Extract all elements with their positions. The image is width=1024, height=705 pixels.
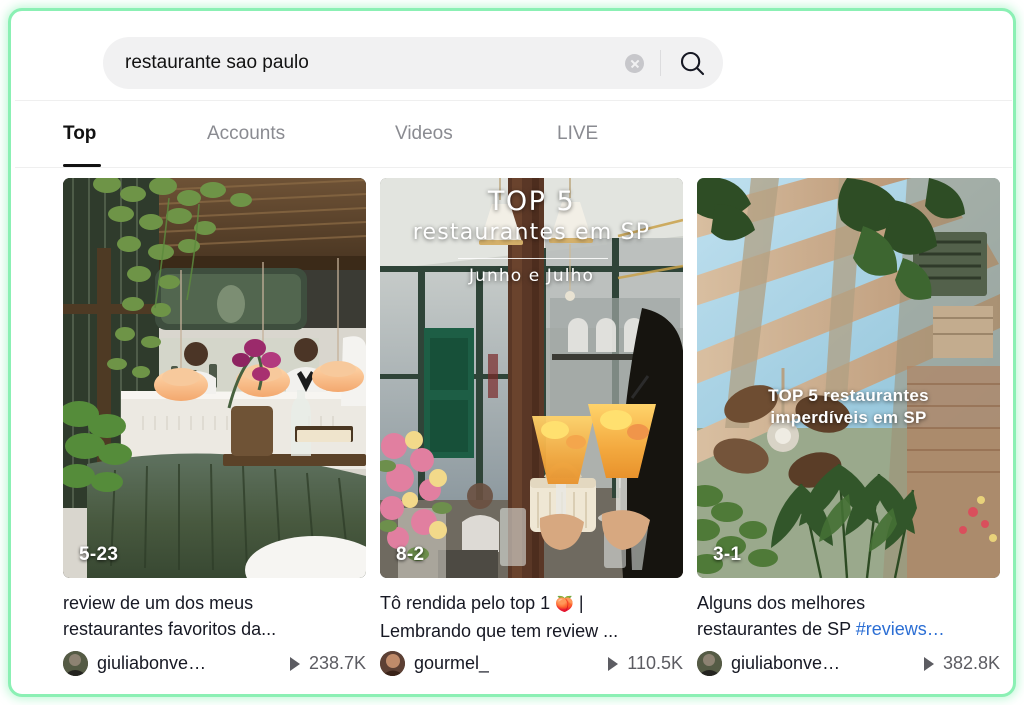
view-count: 382.8K <box>923 653 1000 674</box>
search-icon <box>678 49 707 78</box>
author-name[interactable]: giuliabonve… <box>731 653 840 674</box>
screenshot-frame: Top Accounts Videos LIVE <box>8 8 1016 697</box>
author-avatar[interactable] <box>380 651 405 676</box>
author-name[interactable]: giuliabonve… <box>97 653 206 674</box>
tab-accounts[interactable]: Accounts <box>207 101 395 167</box>
thumbnail-artwork <box>63 178 366 578</box>
thumbnail-overlay-line-1: TOP 5 restaurantes <box>768 386 929 405</box>
play-icon <box>289 656 300 671</box>
search-box[interactable] <box>103 37 723 89</box>
thumbnail-artwork <box>697 178 1000 578</box>
thumbnail-overlay-rule <box>458 258 608 259</box>
caption-line-2: Lembrando que tem review ... <box>380 621 619 641</box>
search-submit-button[interactable] <box>661 37 723 89</box>
thumbnail-overlay-line-2: imperdíveis em SP <box>770 408 927 427</box>
app-viewport: Top Accounts Videos LIVE <box>15 15 1012 693</box>
video-meta: gourmel_ 110.5K <box>380 651 683 676</box>
video-card: 5-23 review de um dos meus restaurantes … <box>63 178 366 693</box>
video-caption[interactable]: review de um dos meus restaurantes favor… <box>63 590 366 642</box>
search-results-grid: 5-23 review de um dos meus restaurantes … <box>15 168 1012 693</box>
view-count-value: 382.8K <box>942 653 1000 673</box>
thumbnail-overlay-line-3: Junho e Julho <box>469 266 594 286</box>
avatar-artwork <box>697 651 722 676</box>
video-date-badge: 5-23 <box>79 544 119 565</box>
caption-line-1: Tô rendida pelo top 1 <box>380 593 551 613</box>
video-date-badge: 3-1 <box>713 544 742 565</box>
author-name[interactable]: gourmel_ <box>414 653 489 674</box>
caption-line-1: review de um dos meus <box>63 593 254 613</box>
view-count-value: 238.7K <box>308 653 366 673</box>
video-date-badge: 8-2 <box>396 544 425 565</box>
video-thumbnail[interactable]: TOP 5 restaurantes em SP Junho e Julho 8… <box>380 178 683 578</box>
thumbnail-overlay-line-1: TOP 5 <box>487 186 576 217</box>
search-tabs: Top Accounts Videos LIVE <box>63 101 677 167</box>
tab-videos[interactable]: Videos <box>395 101 557 167</box>
caption-line-1-tail: | <box>578 593 584 613</box>
caption-line-2: restaurantes favoritos da... <box>63 619 277 639</box>
caption-hashtag[interactable]: #reviews… <box>856 619 945 639</box>
video-caption[interactable]: Alguns dos melhores restaurantes de SP #… <box>697 590 1000 642</box>
video-meta: giuliabonve… 238.7K <box>63 651 366 676</box>
view-count-value: 110.5K <box>627 653 683 673</box>
play-icon <box>923 656 934 671</box>
video-caption[interactable]: Tô rendida pelo top 1 🍑 | Lembrando que … <box>380 590 683 642</box>
search-bar-region <box>15 15 1012 101</box>
avatar-artwork <box>380 651 405 676</box>
caption-line-2: restaurantes de SP <box>697 619 851 639</box>
video-thumbnail[interactable]: TOP 5 restaurantes imperdíveis em SP 3-1 <box>697 178 1000 578</box>
video-card: TOP 5 restaurantes imperdíveis em SP 3-1… <box>697 178 1000 693</box>
search-tabs-region: Top Accounts Videos LIVE <box>15 101 1012 168</box>
video-thumbnail[interactable]: 5-23 <box>63 178 366 578</box>
avatar-artwork <box>63 651 88 676</box>
tab-live[interactable]: LIVE <box>557 101 677 167</box>
play-icon <box>608 656 619 671</box>
video-card: TOP 5 restaurantes em SP Junho e Julho 8… <box>380 178 683 693</box>
peach-emoji: 🍑 <box>555 596 574 613</box>
view-count: 110.5K <box>608 653 683 674</box>
thumbnail-overlay-line-2: restaurantes em SP <box>412 220 651 245</box>
view-count: 238.7K <box>289 653 366 674</box>
author-avatar[interactable] <box>63 651 88 676</box>
caption-line-1: Alguns dos melhores <box>697 593 866 613</box>
author-avatar[interactable] <box>697 651 722 676</box>
video-meta: giuliabonve… 382.8K <box>697 651 1000 676</box>
search-input[interactable] <box>103 52 625 74</box>
clear-search-icon[interactable] <box>625 53 644 73</box>
tab-top[interactable]: Top <box>63 101 207 167</box>
